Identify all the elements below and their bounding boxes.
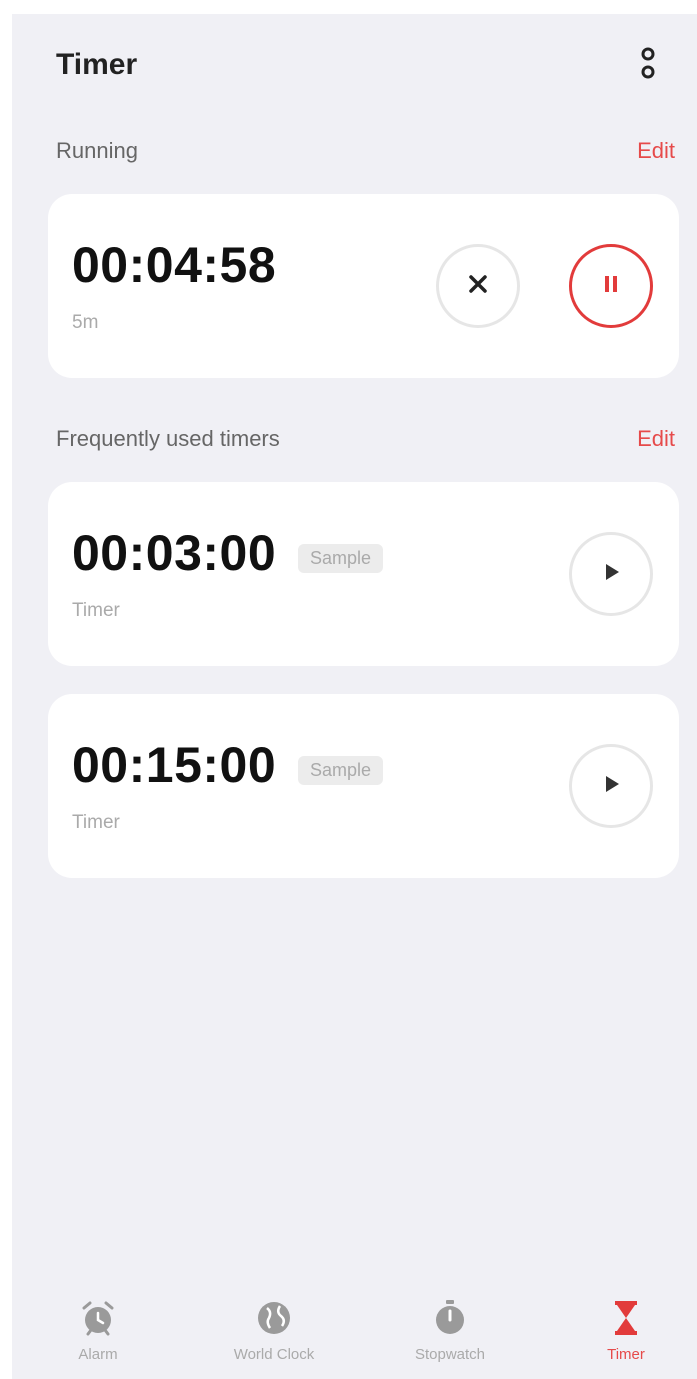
tab-stopwatch[interactable]: Stopwatch: [370, 1294, 530, 1379]
stopwatch-icon: [430, 1298, 470, 1338]
bottom-tab-bar: Alarm World Clock Stopwatch Timer: [12, 1294, 697, 1379]
start-timer-button[interactable]: [569, 744, 653, 828]
frequent-timer-time: 00:15:00: [72, 737, 277, 793]
alarm-clock-icon: [78, 1298, 118, 1338]
tab-alarm[interactable]: Alarm: [18, 1294, 178, 1379]
globe-icon: [254, 1298, 294, 1338]
tab-label: Timer: [607, 1346, 645, 1363]
pause-icon: [601, 273, 621, 300]
hourglass-icon: [606, 1298, 646, 1338]
tab-label: Alarm: [78, 1346, 118, 1363]
running-timer-time: 00:04:58: [72, 237, 277, 293]
edit-running-button[interactable]: Edit: [637, 138, 675, 164]
play-icon: [600, 773, 622, 800]
page-title: Timer: [56, 48, 138, 81]
play-icon: [600, 561, 622, 588]
frequent-timer-card[interactable]: 00:03:00 Sample Timer: [48, 482, 679, 666]
more-vertical-icon[interactable]: [636, 44, 660, 84]
tab-world-clock[interactable]: World Clock: [194, 1294, 354, 1379]
sample-badge: Sample: [298, 544, 384, 573]
cancel-timer-button[interactable]: [436, 244, 520, 328]
edit-frequent-button[interactable]: Edit: [637, 426, 675, 452]
frequent-timer-card[interactable]: 00:15:00 Sample Timer: [48, 694, 679, 878]
tab-label: Stopwatch: [414, 1346, 486, 1363]
start-timer-button[interactable]: [569, 532, 653, 616]
tab-label: World Clock: [233, 1346, 315, 1363]
sample-badge: Sample: [298, 756, 384, 785]
section-label-frequent: Frequently used timers: [56, 426, 280, 451]
running-timer-card[interactable]: 00:04:58 5m: [48, 194, 679, 378]
timer-screen: Timer Running Edit 00:04:58 5m Frequentl…: [12, 14, 697, 1379]
section-label-running: Running: [56, 138, 138, 163]
frequent-timer-time: 00:03:00: [72, 525, 277, 581]
close-icon: [466, 272, 490, 301]
pause-timer-button[interactable]: [569, 244, 653, 328]
frequent-timer-subtitle: Timer: [72, 600, 120, 621]
frequent-timer-subtitle: Timer: [72, 812, 120, 833]
running-timer-subtitle: 5m: [72, 312, 99, 333]
tab-timer[interactable]: Timer: [546, 1294, 697, 1379]
